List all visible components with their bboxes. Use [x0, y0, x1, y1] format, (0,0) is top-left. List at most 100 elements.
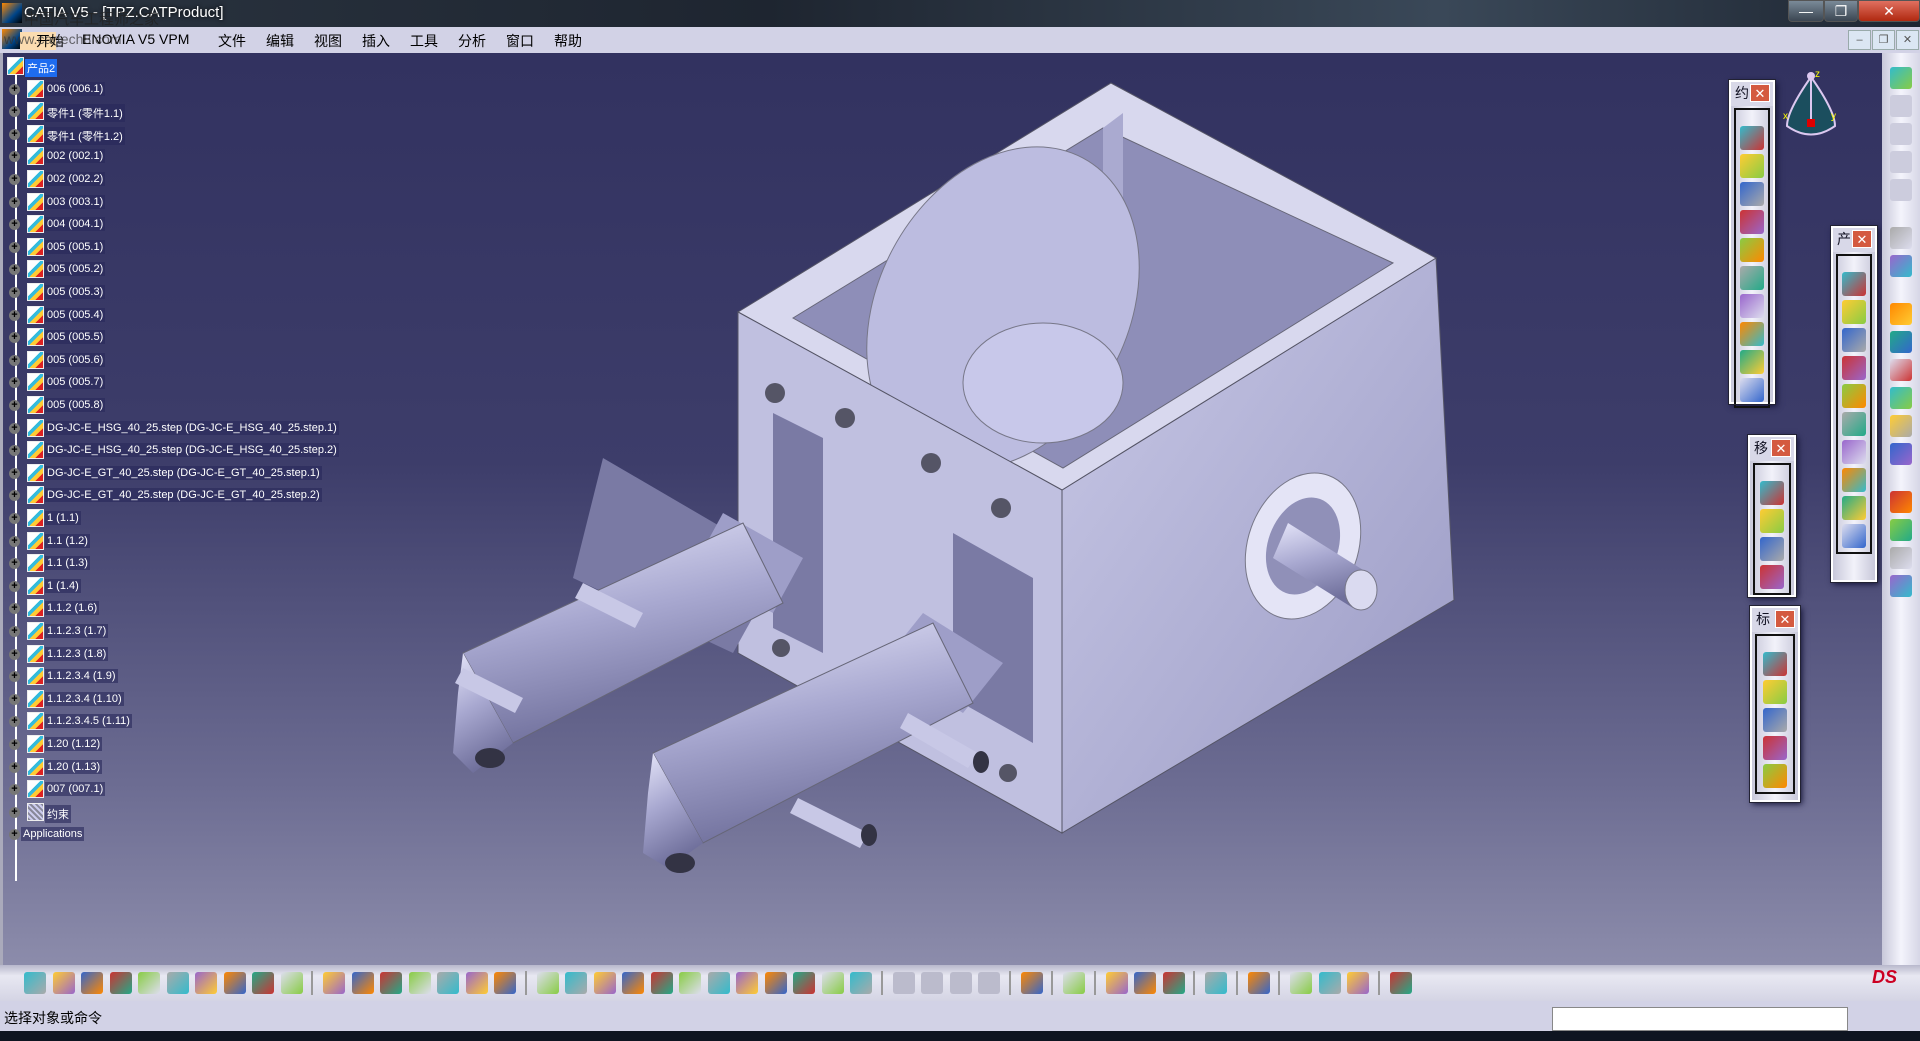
- multi-view-icon[interactable]: [736, 972, 758, 994]
- reorder-icon[interactable]: [1890, 443, 1912, 465]
- tree-item-label[interactable]: 约束: [45, 804, 71, 823]
- new-product-icon[interactable]: [1842, 328, 1866, 352]
- expand-icon[interactable]: +: [9, 693, 20, 705]
- new-icon[interactable]: [24, 972, 46, 994]
- tree-item-label[interactable]: 1.1.2.3.4 (1.9): [45, 669, 118, 684]
- tree-item-label[interactable]: 1.1.2.3.4 (1.10): [45, 691, 124, 706]
- measure-between-icon[interactable]: [1105, 972, 1128, 994]
- close-toolbar-button[interactable]: ✕: [1750, 84, 1770, 102]
- save-icon[interactable]: [81, 972, 103, 994]
- hierarchy-icon[interactable]: [437, 972, 459, 994]
- menu-tools[interactable]: 工具: [410, 31, 438, 51]
- manage-representations-icon[interactable]: [1842, 496, 1866, 520]
- bill-of-material-icon[interactable]: [1890, 387, 1912, 409]
- doc-close-button[interactable]: ✕: [1896, 30, 1919, 50]
- new-part-icon[interactable]: [1842, 356, 1866, 380]
- table-icon[interactable]: [408, 972, 431, 994]
- stop-on-clash-icon[interactable]: [1760, 565, 1784, 589]
- command-input[interactable]: [1552, 1007, 1848, 1031]
- expand-icon[interactable]: +: [9, 400, 20, 411]
- tree-item-label[interactable]: 零件1 (零件1.1): [45, 104, 125, 123]
- fix-together-icon[interactable]: [1740, 266, 1764, 290]
- reuse-pattern-icon[interactable]: [1740, 378, 1764, 402]
- replace-component-icon[interactable]: [1842, 384, 1866, 408]
- minimize-button[interactable]: —: [1788, 0, 1824, 22]
- lock-icon[interactable]: [465, 972, 488, 994]
- expand-icon[interactable]: +: [9, 626, 20, 637]
- tree-item-label[interactable]: 1.1.2.3 (1.8): [45, 646, 109, 661]
- shading-icon[interactable]: [793, 972, 815, 994]
- tree-item-label[interactable]: 零件1 (零件1.2): [45, 126, 125, 145]
- zoom-out-icon[interactable]: [679, 972, 701, 994]
- select-icon[interactable]: [1890, 227, 1912, 249]
- tree-icon[interactable]: [1890, 547, 1912, 569]
- text-with-leader-icon[interactable]: [1763, 680, 1787, 704]
- tree-item-label[interactable]: 005 (005.6): [45, 352, 106, 367]
- flag-note-icon[interactable]: [1763, 708, 1787, 732]
- render-icon[interactable]: [1290, 972, 1312, 994]
- rotate-icon[interactable]: [622, 972, 644, 994]
- annotation-plane-icon[interactable]: [1763, 764, 1787, 788]
- expand-icon[interactable]: +: [9, 739, 20, 750]
- whats-this-icon[interactable]: [280, 972, 303, 994]
- offset-constraint-icon[interactable]: [1740, 182, 1764, 206]
- new-component-icon[interactable]: [1842, 300, 1866, 324]
- open-icon[interactable]: [52, 972, 75, 994]
- tree-item-label[interactable]: 1.1 (1.3): [45, 556, 90, 571]
- annotation-toolbar[interactable]: 标 ✕: [1749, 605, 1801, 803]
- tree-item-label[interactable]: DG-JC-E_HSG_40_25.step (DG-JC-E_HSG_40_2…: [45, 420, 339, 435]
- comment-icon[interactable]: [351, 972, 374, 994]
- sketch-plane-icon[interactable]: [1247, 972, 1270, 994]
- disabled-1-icon[interactable]: [892, 972, 915, 994]
- close-button[interactable]: ✕: [1858, 0, 1920, 22]
- tree-root-label[interactable]: 产品2: [25, 59, 58, 77]
- assembly-model[interactable]: [3, 53, 1882, 965]
- tree-item-label[interactable]: 1 (1.1): [45, 511, 81, 525]
- quick-constraint-icon[interactable]: [1740, 294, 1764, 318]
- zoom-in-icon[interactable]: [650, 972, 673, 994]
- product-structure-toolbar[interactable]: 产 ✕: [1830, 225, 1878, 583]
- clash-icon[interactable]: [1890, 415, 1912, 437]
- tree-item-label[interactable]: Applications: [21, 827, 85, 842]
- annotation-view-icon[interactable]: [1763, 736, 1787, 760]
- disabled-3-icon[interactable]: [949, 972, 972, 994]
- expand-icon[interactable]: +: [9, 467, 20, 479]
- refresh-icon[interactable]: [1205, 972, 1227, 994]
- tree-item-label[interactable]: 002 (002.2): [45, 172, 106, 186]
- copy-icon[interactable]: [166, 972, 189, 994]
- tree-item-label[interactable]: 1.1 (1.2): [45, 533, 90, 548]
- expand-icon[interactable]: +: [9, 128, 20, 140]
- expand-icon[interactable]: +: [9, 196, 20, 208]
- apply-material-icon[interactable]: [1347, 972, 1369, 994]
- tree-item-label[interactable]: 1.1.2.3 (1.7): [45, 624, 109, 638]
- tree-item-label[interactable]: 005 (005.3): [45, 285, 106, 299]
- tree-item-label[interactable]: 004 (004.1): [45, 217, 106, 232]
- update-all-icon[interactable]: [1890, 331, 1912, 353]
- normal-view-icon[interactable]: [707, 972, 730, 994]
- manipulation-icon[interactable]: [1760, 481, 1784, 505]
- tree-2-icon[interactable]: [1890, 575, 1912, 597]
- catalog-icon[interactable]: [1063, 972, 1085, 994]
- tree-item-label[interactable]: 003 (003.1): [45, 194, 106, 209]
- disabled-2-icon[interactable]: [921, 972, 943, 994]
- tree-item-label[interactable]: 005 (005.4): [45, 307, 106, 322]
- close-toolbar-button[interactable]: ✕: [1775, 610, 1795, 628]
- tree-item-label[interactable]: DG-JC-E_HSG_40_25.step (DG-JC-E_HSG_40_2…: [45, 443, 339, 458]
- menu-help[interactable]: 帮助: [554, 31, 582, 51]
- close-toolbar-button[interactable]: ✕: [1771, 439, 1791, 457]
- swap-space-icon[interactable]: [850, 972, 872, 994]
- tree-item-label[interactable]: 006 (006.1): [45, 81, 106, 96]
- tree-item-label[interactable]: DG-JC-E_GT_40_25.step (DG-JC-E_GT_40_25.…: [45, 465, 322, 480]
- expand-icon[interactable]: +: [9, 309, 20, 321]
- tree-item-label[interactable]: 005 (005.7): [45, 375, 106, 390]
- expand-icon[interactable]: +: [9, 761, 20, 773]
- expand-icon[interactable]: +: [9, 422, 20, 434]
- tree-item-label[interactable]: 002 (002.1): [45, 149, 106, 164]
- undo-icon[interactable]: [223, 972, 246, 994]
- gears-icon[interactable]: [1890, 67, 1912, 89]
- cut-icon[interactable]: [138, 972, 160, 994]
- pan-icon[interactable]: [593, 972, 616, 994]
- constraints-toolbar[interactable]: 约 ✕: [1728, 79, 1776, 408]
- scene-1-icon[interactable]: [1890, 95, 1912, 117]
- close-toolbar-button[interactable]: ✕: [1852, 230, 1872, 248]
